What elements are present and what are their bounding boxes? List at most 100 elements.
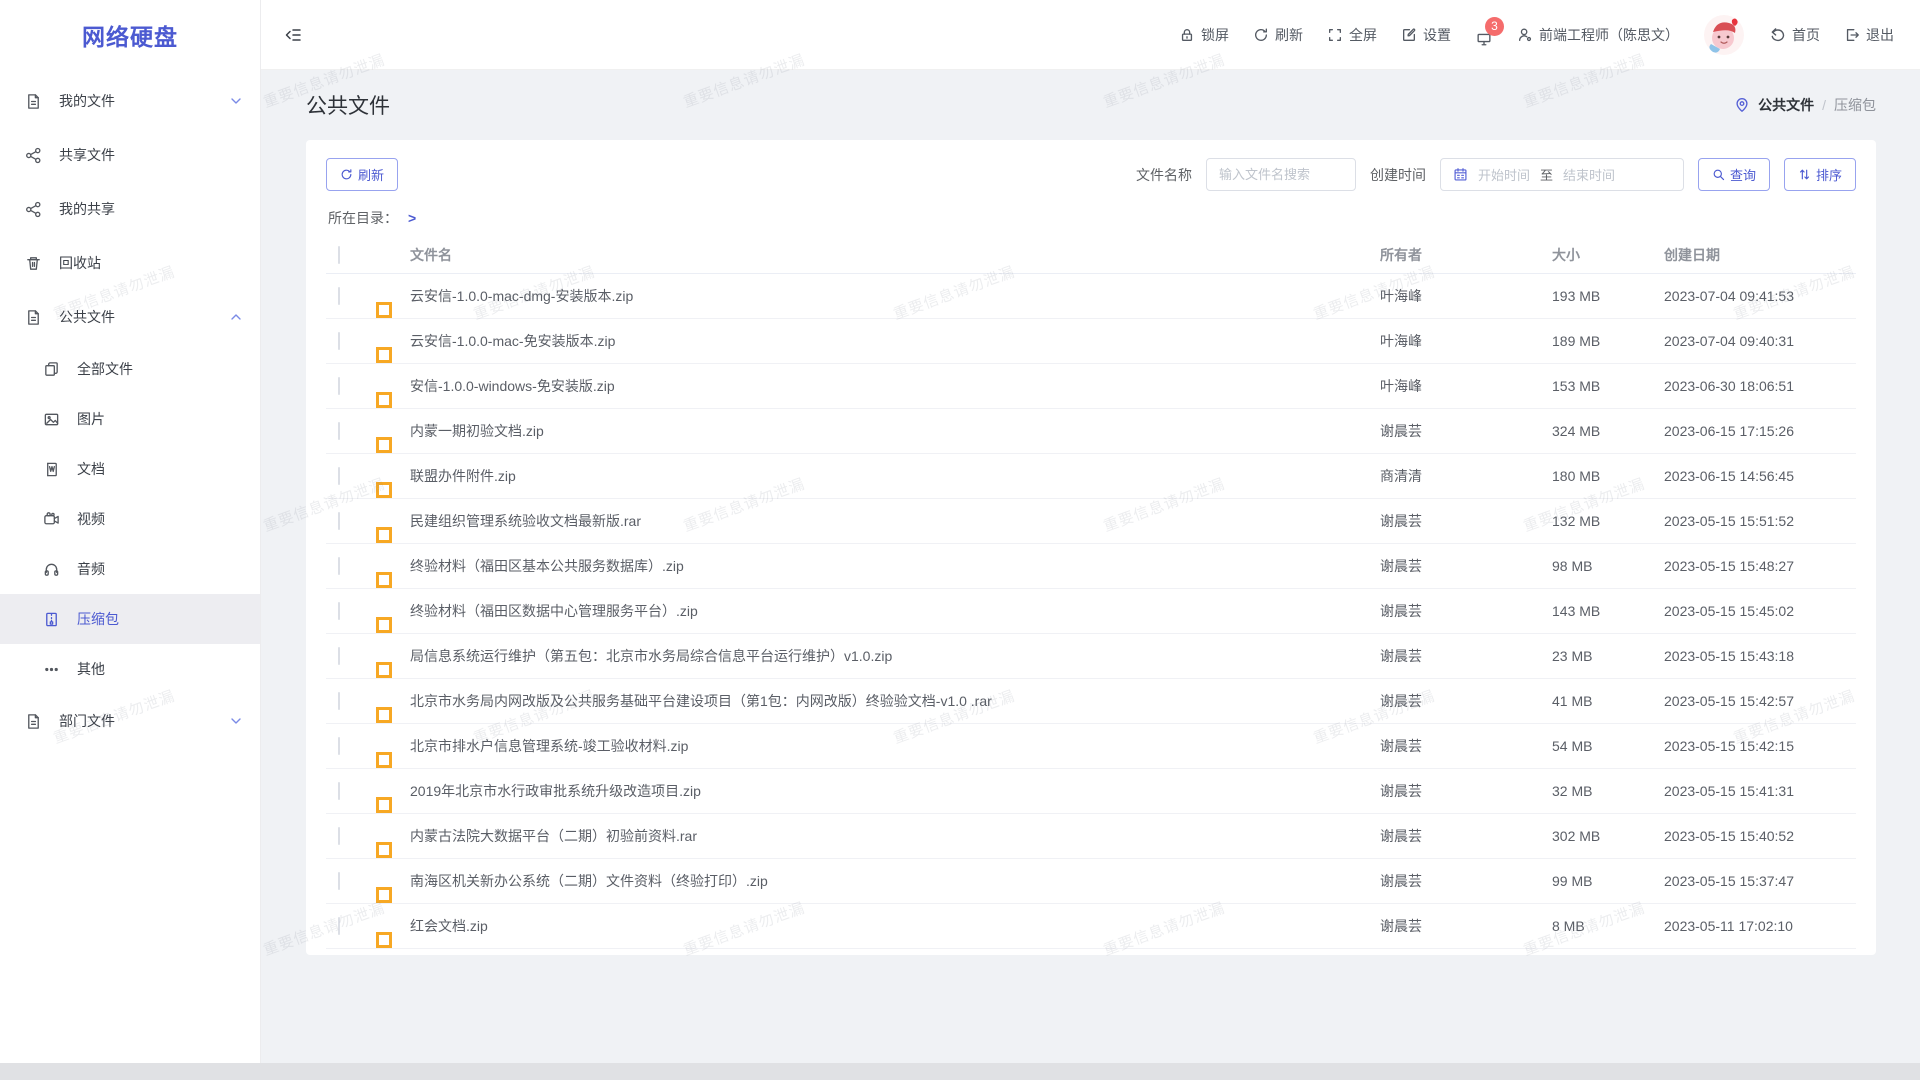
sidebar-item-shared-files[interactable]: 共享文件 bbox=[0, 128, 260, 182]
row-check-cell bbox=[338, 288, 368, 304]
select-all-checkbox[interactable] bbox=[338, 246, 340, 264]
file-name[interactable]: 南海区机关新办公系统（二期）文件资料（终验打印）.zip bbox=[410, 871, 1380, 891]
notifications-button[interactable]: 3 bbox=[1475, 23, 1493, 47]
file-name[interactable]: 内蒙古法院大数据平台（二期）初验前资料.rar bbox=[410, 826, 1380, 846]
table-row[interactable]: 北京市水务局内网改版及公共服务基础平台建设项目（第1包：内网改版）终验验文档-v… bbox=[326, 679, 1856, 724]
sidebar-item-my-files[interactable]: 我的文件 bbox=[0, 74, 260, 128]
row-checkbox[interactable] bbox=[338, 827, 340, 845]
row-checkbox[interactable] bbox=[338, 422, 340, 440]
table-row[interactable]: 北京市排水户信息管理系统-竣工验收材料.zip 谢晨芸 54 MB 2023-0… bbox=[326, 724, 1856, 769]
sidebar-item-recycle-bin[interactable]: 回收站 bbox=[0, 236, 260, 290]
table-row[interactable]: 南海区机关新办公系统（二期）文件资料（终验打印）.zip 谢晨芸 99 MB 2… bbox=[326, 859, 1856, 904]
sidebar-item-archives[interactable]: 压缩包 bbox=[0, 594, 260, 644]
table-row[interactable]: 终验材料（福田区数据中心管理服务平台）.zip 谢晨芸 143 MB 2023-… bbox=[326, 589, 1856, 634]
table-row[interactable]: 云安信-1.0.0-mac-dmg-安装版本.zip 叶海峰 193 MB 20… bbox=[326, 274, 1856, 319]
end-time-placeholder: 结束时间 bbox=[1563, 165, 1615, 184]
search-button[interactable]: 查询 bbox=[1698, 158, 1770, 191]
directory-root-arrow[interactable]: > bbox=[408, 210, 416, 226]
row-checkbox[interactable] bbox=[338, 467, 340, 485]
filter-row: 刷新 文件名称 创建时间 开始时间 至 结束时间 bbox=[326, 158, 1856, 191]
file-owner: 谢晨芸 bbox=[1380, 556, 1552, 576]
row-checkbox[interactable] bbox=[338, 872, 340, 890]
table-row[interactable]: 内蒙一期初验文档.zip 谢晨芸 324 MB 2023-06-15 17:15… bbox=[326, 409, 1856, 454]
row-checkbox[interactable] bbox=[338, 557, 340, 575]
logout-label: 退出 bbox=[1866, 25, 1894, 45]
filename-search-input[interactable] bbox=[1206, 158, 1356, 191]
sidebar-item-public-files[interactable]: 公共文件 bbox=[0, 290, 260, 344]
search-icon bbox=[1712, 168, 1725, 181]
file-owner: 谢晨芸 bbox=[1380, 646, 1552, 666]
file-name[interactable]: 云安信-1.0.0-mac-dmg-安装版本.zip bbox=[410, 286, 1380, 306]
sidebar: 网络硬盘 我的文件 共享文件 我的共享 回收站 公共文件 bbox=[0, 0, 261, 1080]
sidebar-item-audio[interactable]: 音频 bbox=[0, 544, 260, 594]
row-checkbox[interactable] bbox=[338, 602, 340, 620]
file-owner: 谢晨芸 bbox=[1380, 871, 1552, 891]
row-checkbox[interactable] bbox=[338, 647, 340, 665]
row-checkbox[interactable] bbox=[338, 512, 340, 530]
file-date: 2023-07-04 09:40:31 bbox=[1664, 333, 1844, 349]
sidebar-item-department-files[interactable]: 部门文件 bbox=[0, 694, 260, 748]
file-name[interactable]: 云安信-1.0.0-mac-免安装版本.zip bbox=[410, 331, 1380, 351]
sidebar-item-all-files[interactable]: 全部文件 bbox=[0, 344, 260, 394]
table-row[interactable]: 联盟办件附件.zip 商清清 180 MB 2023-06-15 14:56:4… bbox=[326, 454, 1856, 499]
calendar-icon bbox=[1453, 167, 1468, 182]
table-row[interactable]: 终验材料（福田区基本公共服务数据库）.zip 谢晨芸 98 MB 2023-05… bbox=[326, 544, 1856, 589]
table-row[interactable]: 局信息系统运行维护（第五包：北京市水务局综合信息平台运行维护）v1.0.zip … bbox=[326, 634, 1856, 679]
file-name[interactable]: 内蒙一期初验文档.zip bbox=[410, 421, 1380, 441]
sidebar-item-others[interactable]: 其他 bbox=[0, 644, 260, 694]
table-row[interactable]: 云安信-1.0.0-mac-免安装版本.zip 叶海峰 189 MB 2023-… bbox=[326, 319, 1856, 364]
user-menu[interactable]: 前端工程师（陈思文） bbox=[1517, 25, 1679, 45]
sidebar-item-images[interactable]: 图片 bbox=[0, 394, 260, 444]
sidebar-item-documents[interactable]: 文档 bbox=[0, 444, 260, 494]
file-name[interactable]: 安信-1.0.0-windows-免安装版.zip bbox=[410, 376, 1380, 396]
table-row[interactable]: 2019年北京市水行政审批系统升级改造项目.zip 谢晨芸 32 MB 2023… bbox=[326, 769, 1856, 814]
fullscreen-button[interactable]: 全屏 bbox=[1327, 25, 1377, 45]
main-area: 锁屏 刷新 全屏 设置 3 bbox=[261, 0, 1920, 1080]
table-row[interactable]: 内蒙古法院大数据平台（二期）初验前资料.rar 谢晨芸 302 MB 2023-… bbox=[326, 814, 1856, 859]
file-name[interactable]: 局信息系统运行维护（第五包：北京市水务局综合信息平台运行维护）v1.0.zip bbox=[410, 646, 1380, 666]
horizontal-scrollbar[interactable] bbox=[0, 1063, 1920, 1080]
avatar[interactable] bbox=[1703, 14, 1745, 56]
row-checkbox[interactable] bbox=[338, 737, 340, 755]
home-button[interactable]: 首页 bbox=[1769, 25, 1820, 45]
row-checkbox[interactable] bbox=[338, 782, 340, 800]
list-refresh-button[interactable]: 刷新 bbox=[326, 158, 398, 191]
lock-screen-button[interactable]: 锁屏 bbox=[1179, 25, 1229, 45]
row-checkbox[interactable] bbox=[338, 332, 340, 350]
file-name[interactable]: 2019年北京市水行政审批系统升级改造项目.zip bbox=[410, 781, 1380, 801]
row-check-cell bbox=[338, 828, 368, 844]
file-size: 99 MB bbox=[1552, 873, 1664, 889]
sort-button[interactable]: 排序 bbox=[1784, 158, 1856, 191]
file-name[interactable]: 联盟办件附件.zip bbox=[410, 466, 1380, 486]
sidebar-item-label: 我的共享 bbox=[59, 199, 242, 219]
logout-button[interactable]: 退出 bbox=[1844, 25, 1894, 45]
row-check-cell bbox=[338, 783, 368, 799]
table-row[interactable]: 安信-1.0.0-windows-免安装版.zip 叶海峰 153 MB 202… bbox=[326, 364, 1856, 409]
row-checkbox[interactable] bbox=[338, 287, 340, 305]
settings-button[interactable]: 设置 bbox=[1401, 25, 1451, 45]
sidebar-item-videos[interactable]: 视频 bbox=[0, 494, 260, 544]
row-checkbox[interactable] bbox=[338, 917, 340, 935]
row-checkbox[interactable] bbox=[338, 377, 340, 395]
share-icon bbox=[25, 147, 42, 164]
table-row[interactable]: 民建组织管理系统验收文档最新版.rar 谢晨芸 132 MB 2023-05-1… bbox=[326, 499, 1856, 544]
date-range-picker[interactable]: 开始时间 至 结束时间 bbox=[1440, 158, 1684, 191]
file-name[interactable]: 终验材料（福田区基本公共服务数据库）.zip bbox=[410, 556, 1380, 576]
row-checkbox[interactable] bbox=[338, 692, 340, 710]
row-check-cell bbox=[338, 918, 368, 934]
file-name[interactable]: 红会文档.zip bbox=[410, 916, 1380, 936]
file-name[interactable]: 北京市排水户信息管理系统-竣工验收材料.zip bbox=[410, 736, 1380, 756]
file-name[interactable]: 终验材料（福田区数据中心管理服务平台）.zip bbox=[410, 601, 1380, 621]
file-name[interactable]: 北京市水务局内网改版及公共服务基础平台建设项目（第1包：内网改版）终验验文档-v… bbox=[410, 691, 1380, 711]
table-row[interactable]: 红会文档.zip 谢晨芸 8 MB 2023-05-11 17:02:10 bbox=[326, 904, 1856, 949]
sidebar-collapse-icon[interactable] bbox=[283, 25, 303, 45]
sidebar-item-my-shares[interactable]: 我的共享 bbox=[0, 182, 260, 236]
sidebar-item-label: 回收站 bbox=[59, 253, 242, 273]
select-all-cell bbox=[338, 247, 368, 263]
file-name[interactable]: 民建组织管理系统验收文档最新版.rar bbox=[410, 511, 1380, 531]
file-size: 32 MB bbox=[1552, 783, 1664, 799]
refresh-button[interactable]: 刷新 bbox=[1253, 25, 1303, 45]
breadcrumb-current[interactable]: 公共文件 bbox=[1758, 95, 1814, 115]
file-size: 54 MB bbox=[1552, 738, 1664, 754]
settings-icon bbox=[1401, 27, 1417, 43]
